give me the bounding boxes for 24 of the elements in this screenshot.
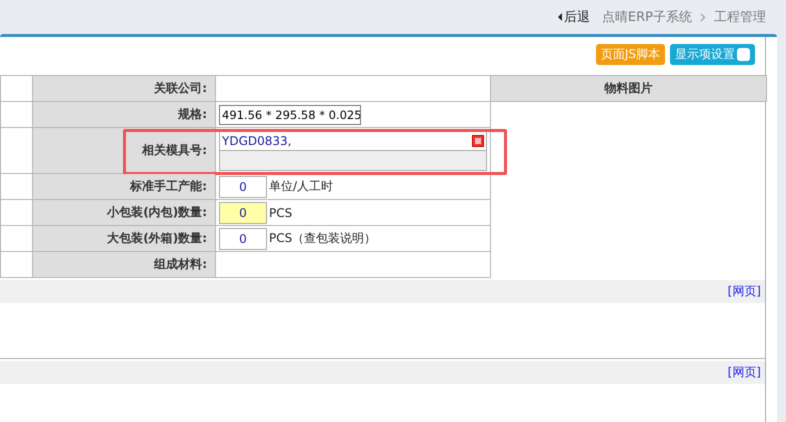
mold-input-field[interactable]	[220, 151, 486, 170]
breadcrumb-link[interactable]: 点晴ERP子系统	[602, 8, 692, 26]
quantity-field[interactable]: 0	[219, 176, 267, 198]
field-label: 大包装(外箱)数量:	[107, 231, 207, 245]
field-label: 规格:	[178, 107, 207, 121]
column-header: 物料图片	[604, 81, 652, 95]
field-label: 关联公司:	[154, 81, 207, 95]
field-label: 标准手工产能:	[130, 179, 207, 193]
checkbox[interactable]	[737, 48, 750, 61]
chevron-icon	[700, 12, 706, 22]
mold-number: YDGD0833,	[222, 134, 292, 148]
back-link[interactable]: 后退	[558, 8, 590, 26]
field-label: 相关模具号:	[142, 143, 207, 157]
unit-label: PCS	[269, 206, 292, 220]
unit-label: 单位/人工时	[269, 178, 334, 195]
webpage-link[interactable]: [网页]	[728, 364, 761, 381]
unit-label: PCS（查包装说明）	[269, 230, 376, 247]
delete-icon[interactable]	[472, 134, 484, 146]
field-label: 组成材料:	[154, 257, 207, 271]
quantity-field[interactable]: 0	[219, 202, 267, 224]
webpage-link[interactable]: [网页]	[728, 283, 761, 300]
quantity-field[interactable]: 0	[219, 228, 267, 250]
breadcrumb-link[interactable]: 工程管理	[714, 8, 766, 26]
field-label: 小包装(内包)数量:	[107, 205, 207, 219]
